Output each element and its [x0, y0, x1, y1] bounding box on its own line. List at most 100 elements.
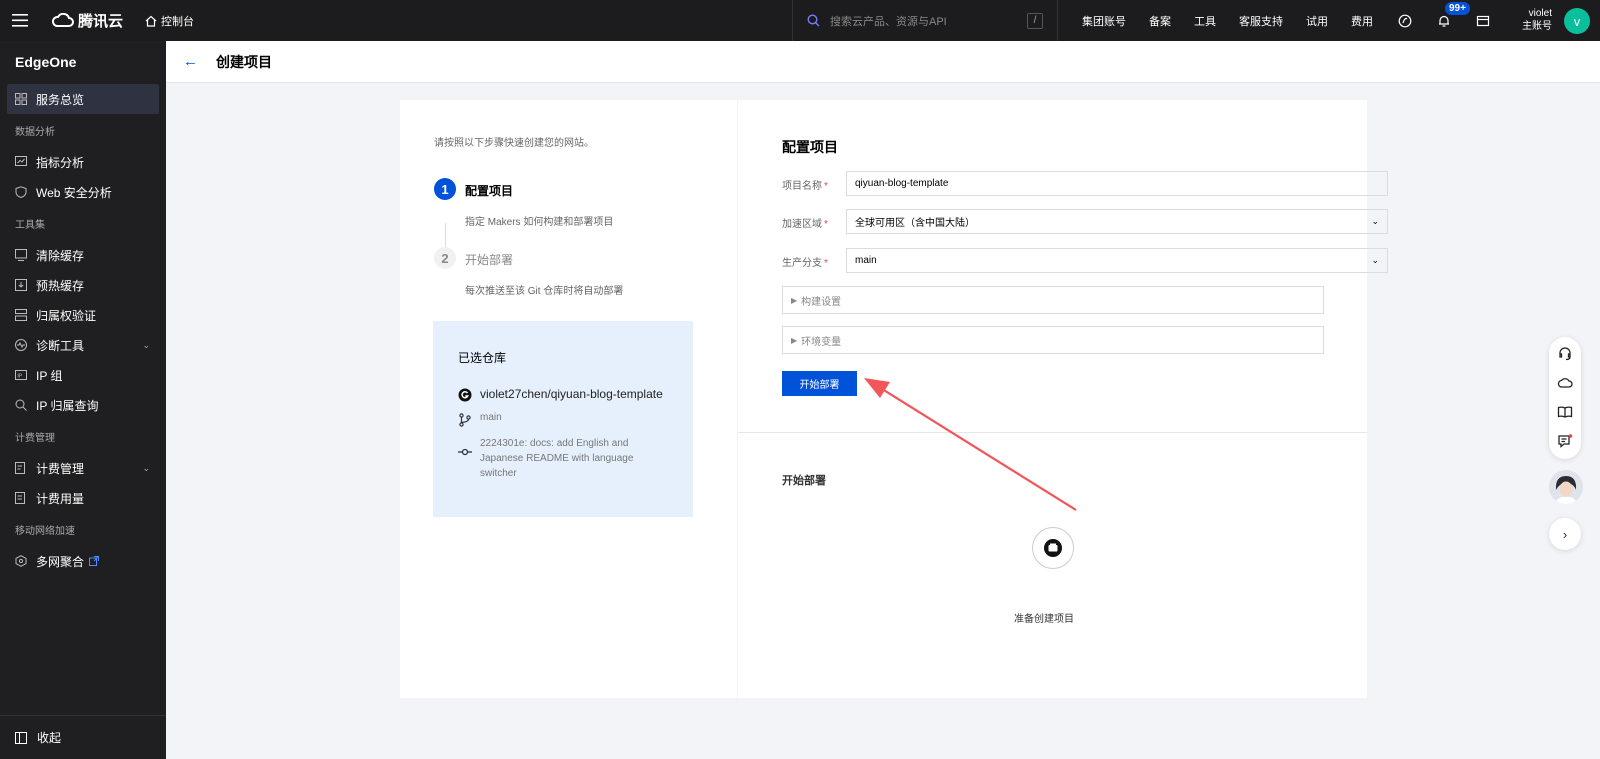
sidebar-item-ip-lookup[interactable]: IP 归属查询: [0, 390, 166, 420]
sidebar-group-label: 数据分析: [15, 127, 55, 138]
bill-edit-icon: [15, 462, 25, 474]
global-search[interactable]: 搜索云产品、资源与API /: [792, 0, 1058, 41]
collapse-label: 构建设置: [801, 296, 842, 308]
sidebar-group-label: 计费管理: [15, 433, 55, 444]
monitor-refresh-icon: [15, 249, 27, 261]
repo-name: violet27chen/qiyuan-blog-template: [480, 387, 663, 401]
step-2: 2 开始部署 每次推送至该 Git 仓库时将自动部署: [434, 247, 623, 297]
assistant-avatar[interactable]: [1549, 470, 1583, 504]
book-icon[interactable]: [1557, 404, 1573, 420]
prepare-status-text: 准备创建项目: [1014, 614, 1074, 625]
sidebar: EdgeOne 服务总览 数据分析 指标分析 Web 安全分析 工具集 清除缓存…: [0, 41, 166, 759]
project-name-label: 项目名称 *: [782, 177, 828, 192]
sidebar-item-label: Web 安全分析: [36, 185, 112, 200]
field-label-text: 项目名称: [782, 181, 822, 192]
hexagon-icon: [15, 555, 27, 567]
page-title: 创建项目: [216, 53, 272, 70]
nav-group-account[interactable]: 集团账号: [1082, 13, 1126, 29]
sidebar-item-purge-cache[interactable]: 清除缓存: [0, 240, 166, 270]
project-name-input[interactable]: qiyuan-blog-template: [846, 171, 1388, 196]
build-settings-collapse[interactable]: ▶ 构建设置: [782, 286, 1324, 314]
console-label: 控制台: [161, 15, 195, 28]
repo-commit-row: 2224301e: docs: add English and Japanese…: [458, 436, 650, 481]
step-description: 指定 Makers 如何构建和部署项目: [465, 217, 614, 228]
user-name: violet: [1528, 8, 1552, 19]
nav-support[interactable]: 客服支持: [1239, 13, 1283, 29]
nav-billing[interactable]: 费用: [1351, 13, 1373, 29]
git-commit-icon: [458, 448, 472, 456]
production-branch-select[interactable]: main ⌄: [846, 248, 1388, 273]
bill-icon: [15, 492, 25, 504]
sidebar-collapse-button[interactable]: 收起: [0, 715, 166, 759]
repo-name-row: violet27chen/qiyuan-blog-template: [458, 387, 663, 402]
avatar[interactable]: v: [1564, 8, 1590, 34]
sidebar-item-billing-management[interactable]: 计费管理 ⌄: [0, 453, 166, 483]
sidebar-item-web-security[interactable]: Web 安全分析: [0, 177, 166, 207]
nav-icp-filing[interactable]: 备案: [1149, 13, 1171, 29]
sidebar-item-multi-network[interactable]: 多网聚合: [0, 546, 166, 576]
nav-trial[interactable]: 试用: [1306, 13, 1328, 29]
feedback-icon[interactable]: [1557, 433, 1573, 449]
repo-branch: main: [480, 412, 502, 423]
user-role: 主账号: [1522, 21, 1552, 32]
sidebar-item-ownership-verify[interactable]: 归属权验证: [0, 300, 166, 330]
acceleration-region-select[interactable]: 全球可用区（含中国大陆） ⌄: [846, 209, 1388, 234]
sidebar-group-label: 移动网络加速: [15, 526, 75, 537]
annotation-arrow: [864, 378, 1077, 511]
expand-chevron-right-icon[interactable]: ›: [1549, 518, 1581, 550]
sidebar-item-ip-group[interactable]: IP IP 组: [0, 360, 166, 390]
cloud-icon[interactable]: [1557, 375, 1573, 391]
notification-bell-icon[interactable]: 99+: [1435, 1, 1470, 30]
prepare-status-icon: [1032, 527, 1074, 569]
start-deploy-button[interactable]: 开始部署: [782, 371, 857, 396]
sidebar-item-prefetch-cache[interactable]: 预热缓存: [0, 270, 166, 300]
sidebar-collapse-icon: [15, 731, 27, 744]
steps-intro: 请按照以下步骤快速创建您的网站。: [434, 138, 594, 149]
user-menu[interactable]: violet 主账号: [1522, 7, 1552, 33]
deploy-section-title: 开始部署: [782, 475, 826, 487]
sidebar-item-billing-usage[interactable]: 计费用量: [0, 483, 166, 513]
page-header: ← 创建项目: [166, 41, 1600, 83]
required-mark: *: [824, 258, 828, 269]
top-nav: 集团账号 备案 工具 客服支持 试用 费用 99+: [1082, 0, 1513, 41]
collapse-label: 环境变量: [801, 336, 842, 348]
sidebar-item-label: IP 组: [36, 368, 63, 383]
step-description: 每次推送至该 Git 仓库时将自动部署: [465, 286, 624, 297]
field-value: qiyuan-blog-template: [855, 178, 949, 189]
list-icon: [15, 309, 27, 321]
step-title: 配置项目: [465, 184, 514, 198]
sidebar-item-label: 诊断工具: [36, 338, 85, 353]
sidebar-item-label: 计费管理: [36, 461, 85, 476]
sidebar-item-label: 归属权验证: [36, 308, 97, 323]
svg-text:IP: IP: [17, 374, 23, 380]
acceleration-region-label: 加速区域 *: [782, 215, 828, 230]
sidebar-item-diagnostic-tools[interactable]: 诊断工具 ⌄: [0, 330, 166, 360]
cloud-logo-icon: [52, 13, 74, 27]
sidebar-item-label: 计费用量: [36, 491, 85, 506]
wallet-icon[interactable]: [1474, 12, 1492, 30]
console-link[interactable]: 控制台: [145, 13, 194, 29]
chevron-down-icon: ⌄: [142, 339, 150, 350]
search-input[interactable]: 搜索云产品、资源与API: [830, 13, 947, 29]
chart-icon: [15, 156, 27, 166]
nav-tools[interactable]: 工具: [1194, 13, 1216, 29]
hamburger-menu-icon[interactable]: [0, 0, 40, 41]
sidebar-item-overview[interactable]: 服务总览: [7, 84, 159, 114]
search-icon: [807, 14, 820, 27]
ai-assistant-icon[interactable]: [1396, 12, 1414, 30]
notification-badge: 99+: [1445, 1, 1470, 15]
steps-panel: 请按照以下步骤快速创建您的网站。 1 配置项目 指定 Makers 如何构建和部…: [400, 100, 737, 698]
field-value: 全球可用区（含中国大陆）: [855, 218, 975, 229]
sidebar-item-metrics[interactable]: 指标分析: [0, 147, 166, 177]
brand-logo[interactable]: 腾讯云: [52, 10, 123, 31]
production-branch-label: 生产分支 *: [782, 254, 828, 269]
step-number: 2: [434, 247, 456, 269]
field-value: main: [855, 255, 877, 266]
back-arrow-icon[interactable]: ←: [183, 53, 203, 70]
sidebar-group-label: 工具集: [15, 220, 45, 231]
headset-icon[interactable]: [1557, 346, 1573, 362]
grid-icon: [15, 93, 27, 105]
external-link-icon: [89, 556, 100, 566]
search-icon: [15, 399, 27, 411]
env-vars-collapse[interactable]: ▶ 环境变量: [782, 326, 1324, 354]
